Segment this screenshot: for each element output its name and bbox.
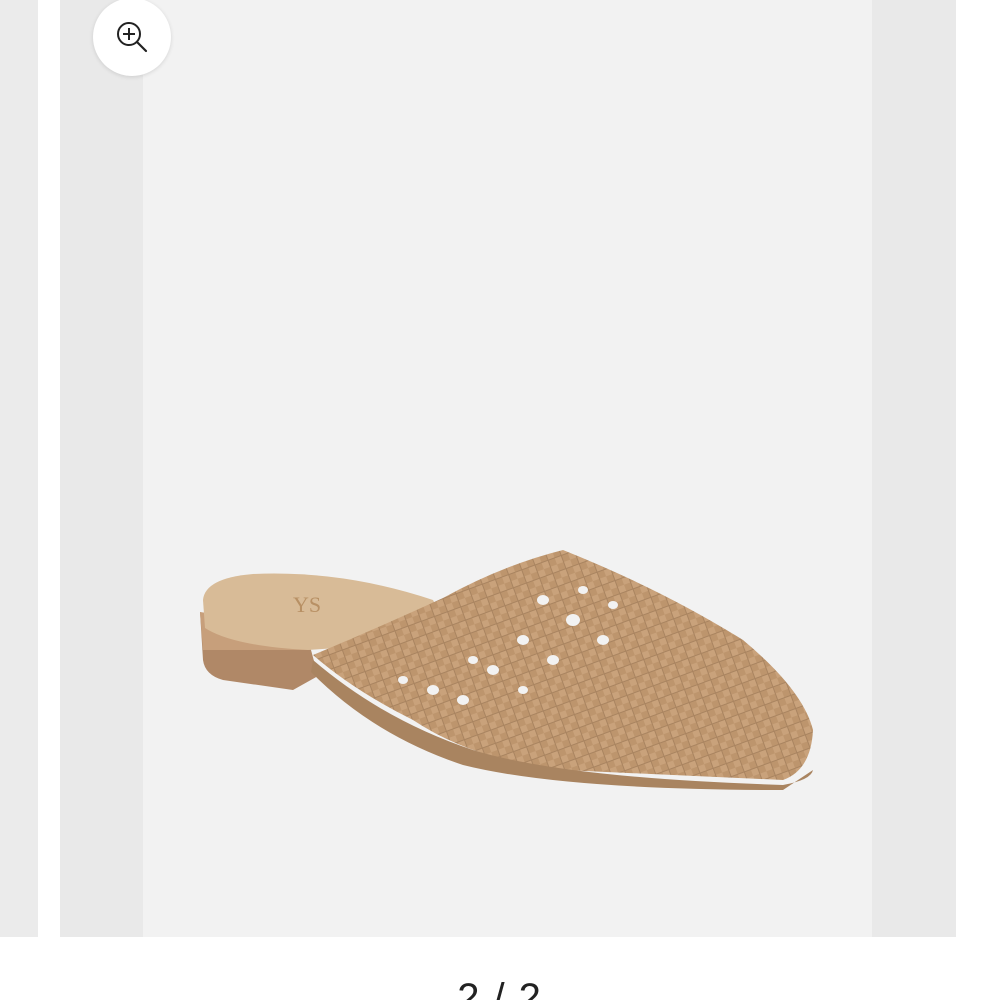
product-image-carousel: YS 2 / 2	[0, 0, 1000, 1000]
brand-logo-mark: YS	[293, 592, 321, 617]
woven-mule-shoe-image: YS	[200, 550, 813, 790]
slide-gap-right	[956, 0, 1000, 937]
previous-slide-peek[interactable]	[0, 0, 38, 937]
carousel-pagination: 2 / 2	[0, 968, 1000, 1000]
zoom-button[interactable]	[93, 0, 171, 76]
current-page: 2	[457, 976, 482, 1000]
slide-gap	[38, 0, 60, 937]
total-pages: 2	[518, 976, 543, 1000]
page-separator: /	[493, 976, 507, 1000]
zoom-in-icon	[115, 20, 149, 54]
product-photo[interactable]: YS	[143, 0, 872, 937]
